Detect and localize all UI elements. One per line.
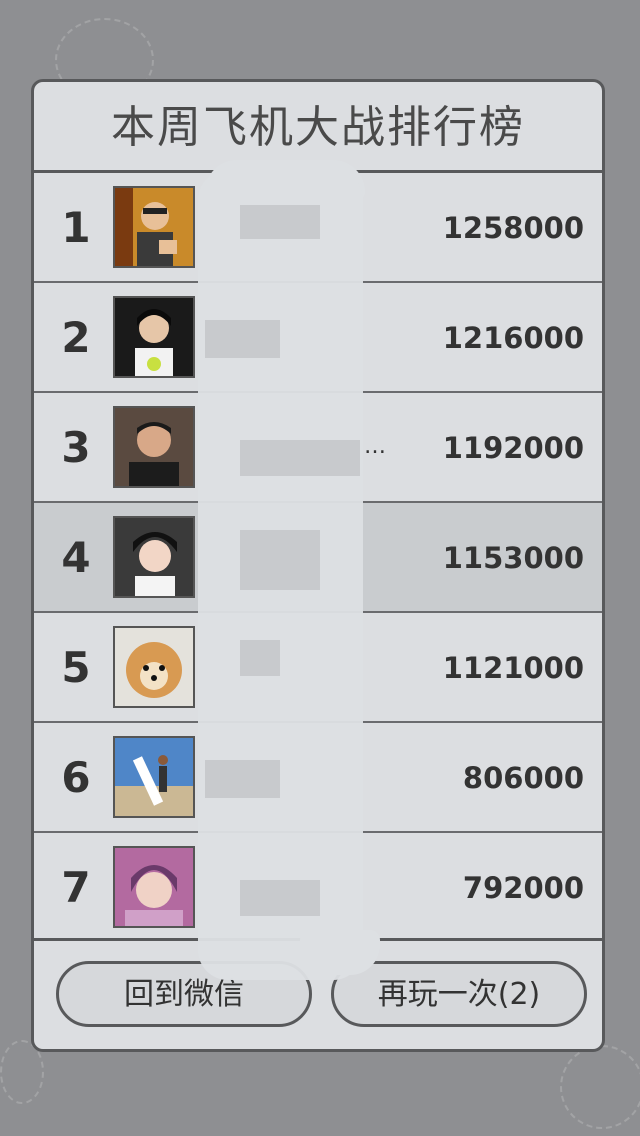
score: 806000 bbox=[462, 761, 584, 795]
score: 1121000 bbox=[442, 651, 584, 685]
score: 1216000 bbox=[442, 321, 584, 355]
play-again-button[interactable]: 再玩一次(2) bbox=[331, 961, 587, 1027]
avatar bbox=[113, 516, 195, 598]
rank-number: 3 bbox=[61, 423, 91, 472]
privacy-blur bbox=[240, 880, 320, 916]
score: 1192000 bbox=[442, 431, 584, 465]
privacy-blur bbox=[240, 640, 280, 676]
avatar bbox=[113, 406, 195, 488]
rank-number: 6 bbox=[61, 753, 91, 802]
avatar bbox=[113, 186, 195, 268]
rank-number: 4 bbox=[61, 533, 91, 582]
score: 1153000 bbox=[442, 541, 584, 575]
rank-number: 5 bbox=[61, 643, 91, 692]
privacy-blur bbox=[240, 205, 320, 239]
rank-number: 1 bbox=[61, 203, 91, 252]
avatar bbox=[113, 296, 195, 378]
privacy-blur bbox=[205, 320, 280, 358]
score: 1258000 bbox=[442, 211, 584, 245]
background-doodle bbox=[560, 1045, 640, 1129]
avatar bbox=[113, 736, 195, 818]
avatar bbox=[113, 846, 195, 928]
avatar bbox=[113, 626, 195, 708]
privacy-blur bbox=[240, 530, 320, 590]
rank-number: 2 bbox=[61, 313, 91, 362]
score: 792000 bbox=[462, 871, 584, 905]
privacy-blur bbox=[300, 930, 380, 975]
rank-number: 7 bbox=[61, 863, 91, 912]
privacy-blur bbox=[240, 440, 360, 476]
player-name-truncated: … bbox=[364, 434, 386, 459]
privacy-blur bbox=[205, 760, 280, 798]
